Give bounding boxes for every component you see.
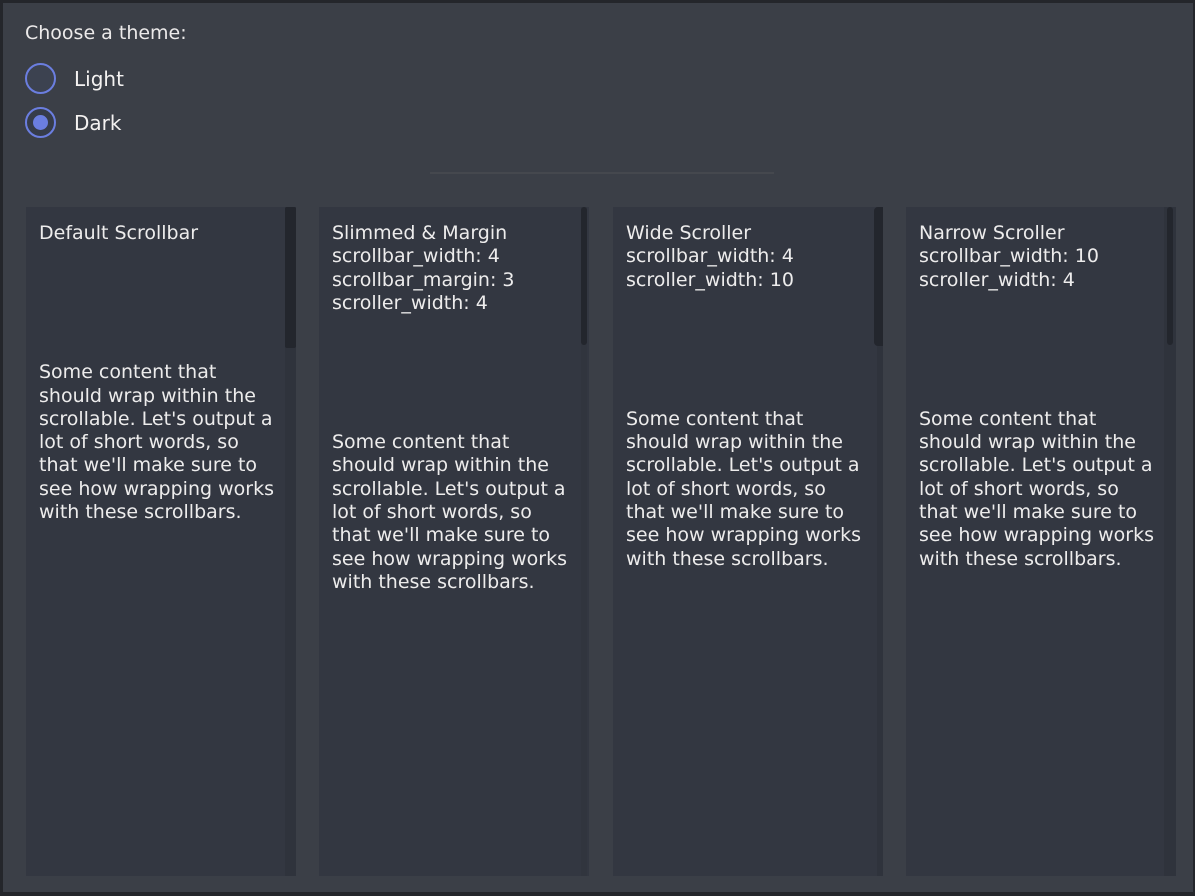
panel-config-line: scrollbar_width: 4 [626, 245, 866, 268]
panel-body-text: Some content that should wrap within the… [39, 361, 277, 524]
panel-content: Wide Scroller scrollbar_width: 4 scrolle… [626, 222, 866, 571]
radio-selected-dot-icon [33, 115, 48, 130]
radio-label-dark[interactable]: Dark [74, 111, 121, 135]
panel-config-line: scroller_width: 4 [919, 269, 1159, 292]
panel-config-line: scrollbar_width: 4 [332, 245, 572, 268]
scrollbar-thumb[interactable] [1167, 207, 1173, 345]
theme-prompt: Choose a theme: [25, 22, 187, 44]
scroll-panel-wide-scroller[interactable]: Wide Scroller scrollbar_width: 4 scrolle… [613, 207, 883, 876]
panel-header: Default Scrollbar [39, 222, 279, 245]
panel-body-text: Some content that should wrap within the… [919, 408, 1157, 571]
app-window: Choose a theme: Light Dark Default Scrol… [0, 0, 1195, 896]
scrollbar-thumb[interactable] [874, 207, 883, 346]
scrollbar-thumb[interactable] [581, 207, 587, 345]
panel-title: Slimmed & Margin [332, 222, 572, 245]
radio-option-light[interactable]: Light [25, 63, 124, 94]
radio-label-light[interactable]: Light [74, 67, 124, 91]
panel-config-line: scrollbar_margin: 3 [332, 269, 572, 292]
scroll-panel-narrow-scroller[interactable]: Narrow Scroller scrollbar_width: 10 scro… [906, 207, 1176, 876]
panel-content: Default Scrollbar Some content that shou… [39, 222, 279, 524]
theme-chooser: Choose a theme: Light Dark [25, 22, 187, 44]
panel-title: Wide Scroller [626, 222, 866, 245]
panel-header: Narrow Scroller scrollbar_width: 10 scro… [919, 222, 1159, 292]
panel-config-line: scrollbar_width: 10 [919, 245, 1159, 268]
panel-title: Narrow Scroller [919, 222, 1159, 245]
panel-body-text: Some content that should wrap within the… [332, 431, 570, 594]
panel-title: Default Scrollbar [39, 222, 279, 245]
panel-config-line: scroller_width: 4 [332, 292, 572, 315]
panel-header: Wide Scroller scrollbar_width: 4 scrolle… [626, 222, 866, 292]
radio-option-dark[interactable]: Dark [25, 107, 121, 138]
panel-content: Slimmed & Margin scrollbar_width: 4 scro… [332, 222, 572, 594]
panel-body-text: Some content that should wrap within the… [626, 408, 864, 571]
radio-icon-dark[interactable] [25, 107, 56, 138]
panel-header: Slimmed & Margin scrollbar_width: 4 scro… [332, 222, 572, 315]
panel-config-line: scroller_width: 10 [626, 269, 866, 292]
scroll-panel-default[interactable]: Default Scrollbar Some content that shou… [26, 207, 296, 876]
scroll-panel-slimmed-margin[interactable]: Slimmed & Margin scrollbar_width: 4 scro… [319, 207, 589, 876]
scrollbar-thumb[interactable] [285, 207, 296, 348]
radio-icon-light[interactable] [25, 63, 56, 94]
section-divider [430, 172, 774, 174]
panel-content: Narrow Scroller scrollbar_width: 10 scro… [919, 222, 1159, 571]
